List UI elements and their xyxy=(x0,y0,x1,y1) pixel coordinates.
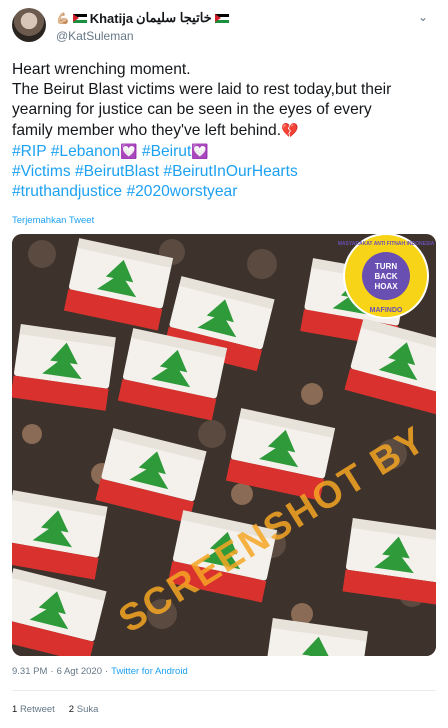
stamp-bottom-text: MAFINDO xyxy=(370,307,403,314)
hashtag-line: #Victims #BeirutBlast #BeirutInOurHearts xyxy=(12,162,436,182)
hashtag-link[interactable]: #BeirutInOurHearts xyxy=(163,163,297,180)
translate-tweet-link[interactable]: Terjemahkan Tweet xyxy=(12,215,94,226)
palestine-flag-icon xyxy=(72,13,87,23)
tweet-line: family member who they've left behind.💔 xyxy=(12,120,436,141)
hashtag-link[interactable]: #Lebanon xyxy=(51,143,120,160)
lebanon-flag-emoji-icon: 💟 xyxy=(120,143,138,159)
tweet-photo[interactable]: SCREENSHOT BY TURN BACK HOAX MASYARAKAT … xyxy=(12,234,436,656)
divider xyxy=(12,690,436,691)
tweet-time[interactable]: 9.31 PM xyxy=(12,666,47,677)
hashtag-line: #truthandjustice #2020worstyear xyxy=(12,182,436,202)
display-name-arabic: خاتيجا سليمان xyxy=(136,10,212,25)
tweet-text: Heart wrenching moment. The Beirut Blast… xyxy=(12,60,436,202)
tweet-line: Heart wrenching moment. xyxy=(12,61,191,78)
hashtag-link[interactable]: #2020worstyear xyxy=(126,183,237,200)
retweet-stat[interactable]: 1 Retweet xyxy=(12,704,55,715)
funeral-photo: SCREENSHOT BY TURN BACK HOAX MASYARAKAT … xyxy=(12,234,436,656)
retweet-count: 1 xyxy=(12,704,18,715)
user-names[interactable]: 💪🏼 Khatija خاتيجا سليمان @KatSuleman xyxy=(56,10,229,43)
strong-arm-emoji-icon: 💪🏼 xyxy=(56,12,70,25)
stamp-ring-text: MASYARAKAT ANTI FITNAH INDONESIA xyxy=(338,241,435,247)
tweet-date[interactable]: 6 Agt 2020 xyxy=(57,666,102,677)
tweet-meta: 9.31 PM · 6 Agt 2020 · Twitter for Android xyxy=(12,666,188,677)
tweet-stats: 1 Retweet 2 Suka xyxy=(12,704,98,715)
hashtag-line: #RIP #Lebanon💟 #Beirut💟 xyxy=(12,141,436,162)
hashtag-link[interactable]: #Beirut xyxy=(142,143,191,160)
avatar[interactable] xyxy=(12,8,46,42)
hashtag-link[interactable]: #BeirutBlast xyxy=(75,163,159,180)
heart-emoji-icon: 💟 xyxy=(191,143,209,159)
tweet-line: The Beirut Blast victims were laid to re… xyxy=(12,81,392,98)
retweet-label: Retweet xyxy=(19,704,55,715)
hashtag-link[interactable]: #Victims xyxy=(12,163,71,180)
stamp-line: TURN xyxy=(375,262,397,271)
like-count: 2 xyxy=(68,704,75,715)
hashtag-link[interactable]: #truthandjustice xyxy=(12,183,122,200)
hashtag-link[interactable]: #RIP xyxy=(12,143,46,160)
stamp-line: HOAX xyxy=(374,282,398,291)
broken-heart-icon: 💔 xyxy=(281,122,299,138)
chevron-down-icon[interactable]: ⌄ xyxy=(418,10,428,24)
like-stat[interactable]: 2 Suka xyxy=(69,704,99,715)
tweet-line: yearning for justice can be seen in the … xyxy=(12,101,372,118)
like-label: Suka xyxy=(76,704,99,715)
tweet-client[interactable]: Twitter for Android xyxy=(111,666,188,677)
display-name[interactable]: 💪🏼 Khatija خاتيجا سليمان xyxy=(56,10,229,26)
stamp-line: BACK xyxy=(374,272,397,281)
palestine-flag-icon xyxy=(214,13,229,23)
tweet-header: 💪🏼 Khatija خاتيجا سليمان @KatSuleman ⌄ xyxy=(12,8,432,48)
user-handle[interactable]: @KatSuleman xyxy=(56,29,229,43)
tweet-line-text: family member who they've left behind. xyxy=(12,122,282,139)
display-name-text: Khatija xyxy=(89,10,134,26)
